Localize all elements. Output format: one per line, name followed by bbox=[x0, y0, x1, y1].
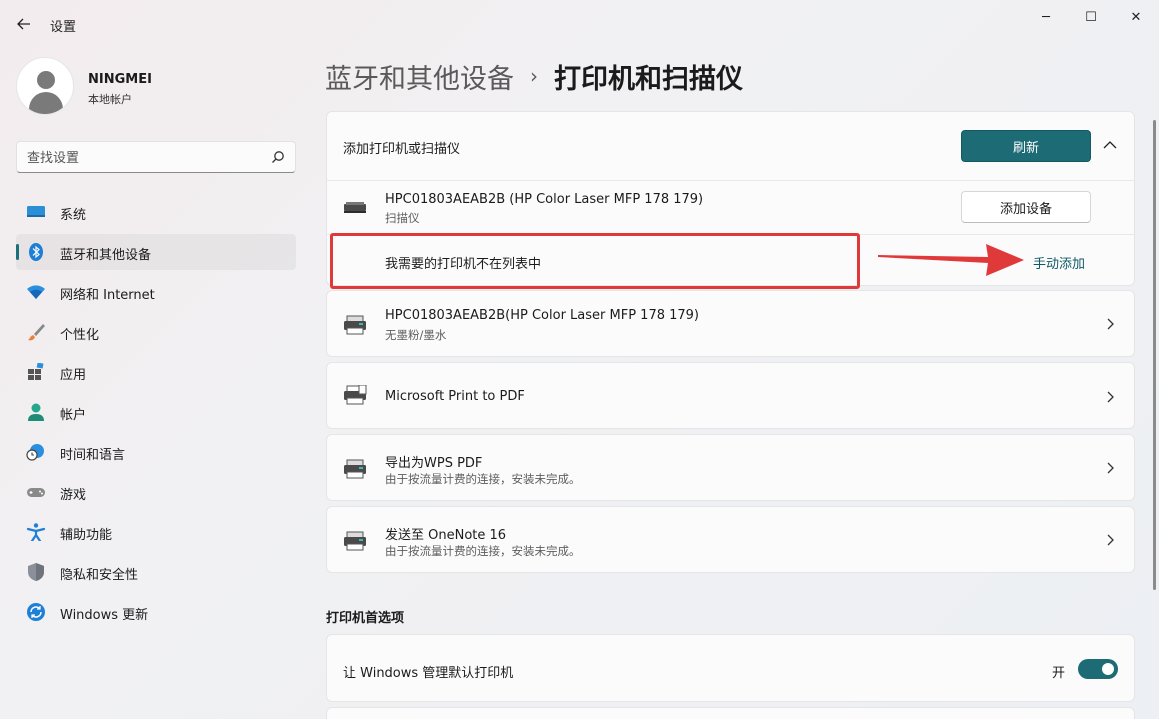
printer-preferences-heading: 打印机首选项 bbox=[326, 611, 405, 626]
default-printer-label: 让 Windows 管理默认打印机 bbox=[343, 666, 514, 681]
printer-name: 导出为WPS PDF bbox=[385, 456, 483, 471]
page-title: 打印机和扫描仪 bbox=[554, 63, 743, 95]
printer-name: 发送至 OneNote 16 bbox=[385, 528, 507, 543]
sidebar-item-label: 辅助功能 bbox=[60, 528, 113, 543]
printer-name: Microsoft Print to PDF bbox=[385, 389, 525, 404]
highlight-annotation-box bbox=[330, 233, 860, 289]
toggle-state-label: 开 bbox=[1052, 666, 1066, 681]
printer-icon bbox=[344, 459, 366, 479]
sidebar-item-bluetooth-devices[interactable]: 蓝牙和其他设备 bbox=[16, 234, 296, 270]
printer-status: 无墨粉/墨水 bbox=[385, 328, 447, 342]
sidebar-item-label: 隐私和安全性 bbox=[60, 568, 139, 583]
sidebar-item-label: 系统 bbox=[60, 208, 87, 223]
avatar[interactable] bbox=[16, 57, 74, 115]
search-box[interactable] bbox=[16, 141, 296, 173]
manual-add-link[interactable]: 手动添加 bbox=[1033, 253, 1085, 272]
back-button[interactable] bbox=[12, 12, 36, 36]
update-icon bbox=[27, 603, 45, 621]
chevron-right-icon bbox=[1107, 318, 1114, 330]
chevron-right-icon bbox=[1107, 391, 1114, 403]
found-device-type: 扫描仪 bbox=[385, 211, 420, 225]
sidebar-item-system[interactable]: 系统 bbox=[16, 194, 296, 230]
apps-icon bbox=[28, 363, 44, 380]
account-icon bbox=[28, 403, 44, 421]
chevron-up-icon[interactable] bbox=[1103, 140, 1117, 150]
user-account-type: 本地帐户 bbox=[88, 93, 132, 106]
globe-clock-icon bbox=[26, 444, 44, 461]
sidebar-item-label: 游戏 bbox=[60, 488, 87, 503]
chevron-right-icon bbox=[1107, 462, 1114, 474]
title-bar: 设置 ─ ☐ ✕ bbox=[0, 0, 1159, 48]
avatar-body bbox=[29, 92, 63, 114]
refresh-button[interactable]: 刷新 bbox=[961, 130, 1091, 162]
sidebar-item-time-language[interactable]: 时间和语言 bbox=[16, 434, 296, 470]
close-button[interactable]: ✕ bbox=[1116, 6, 1156, 28]
bluetooth-icon bbox=[29, 243, 43, 261]
printer-item[interactable]: 导出为WPS PDF 由于按流量计费的连接，安装未完成。 bbox=[326, 434, 1135, 501]
add-printer-title: 添加打印机或扫描仪 bbox=[343, 142, 461, 157]
found-device-name: HPC01803AEAB2B (HP Color Laser MFP 178 1… bbox=[385, 192, 704, 207]
sidebar-item-accounts[interactable]: 帐户 bbox=[16, 394, 296, 430]
printer-item[interactable]: 发送至 OneNote 16 由于按流量计费的连接，安装未完成。 bbox=[326, 506, 1135, 573]
red-arrow-icon bbox=[878, 244, 1024, 276]
wifi-icon bbox=[27, 285, 45, 299]
sidebar-item-label: 个性化 bbox=[60, 328, 100, 343]
accessibility-icon bbox=[26, 523, 46, 541]
avatar-head bbox=[37, 71, 55, 89]
app-title: 设置 bbox=[50, 20, 77, 35]
scanner-icon bbox=[344, 202, 366, 213]
maximize-button[interactable]: ☐ bbox=[1071, 6, 1111, 28]
default-printer-setting: 让 Windows 管理默认打印机 开 bbox=[326, 634, 1135, 702]
printer-icon bbox=[344, 531, 366, 551]
chevron-right-icon bbox=[1107, 534, 1114, 546]
breadcrumb-separator: › bbox=[530, 64, 538, 88]
sidebar-item-personalization[interactable]: 个性化 bbox=[16, 314, 296, 350]
add-device-button[interactable]: 添加设备 bbox=[961, 191, 1091, 223]
next-setting-card bbox=[326, 707, 1135, 719]
sidebar-item-label: 蓝牙和其他设备 bbox=[60, 248, 152, 263]
printer-icon bbox=[344, 385, 367, 405]
printer-icon bbox=[344, 315, 366, 335]
default-printer-toggle[interactable] bbox=[1078, 659, 1118, 679]
search-input[interactable] bbox=[27, 148, 267, 168]
brush-icon bbox=[28, 324, 45, 341]
printer-item[interactable]: HPC01803AEAB2B(HP Color Laser MFP 178 17… bbox=[326, 290, 1135, 357]
printer-status: 由于按流量计费的连接，安装未完成。 bbox=[385, 472, 581, 486]
breadcrumb: 蓝牙和其他设备 › 打印机和扫描仪 bbox=[325, 56, 743, 96]
back-arrow-icon bbox=[17, 18, 30, 30]
sidebar-item-accessibility[interactable]: 辅助功能 bbox=[16, 514, 296, 550]
gamepad-icon bbox=[27, 488, 45, 497]
shield-icon bbox=[28, 563, 44, 581]
sidebar-item-label: 网络和 Internet bbox=[60, 288, 155, 303]
printer-item[interactable]: Microsoft Print to PDF bbox=[326, 362, 1135, 429]
sidebar-item-apps[interactable]: 应用 bbox=[16, 354, 296, 390]
search-icon[interactable] bbox=[271, 150, 285, 164]
sidebar-nav: 系统 蓝牙和其他设备 网络和 Internet 个性化 应用 帐户 时间和语言 … bbox=[16, 194, 296, 634]
printer-name: HPC01803AEAB2B(HP Color Laser MFP 178 17… bbox=[385, 308, 699, 323]
printer-status: 由于按流量计费的连接，安装未完成。 bbox=[385, 544, 581, 558]
minimize-button[interactable]: ─ bbox=[1026, 6, 1066, 28]
sidebar-item-gaming[interactable]: 游戏 bbox=[16, 474, 296, 510]
sidebar-item-label: 时间和语言 bbox=[60, 448, 126, 463]
breadcrumb-parent[interactable]: 蓝牙和其他设备 bbox=[325, 57, 514, 96]
sidebar-item-label: 应用 bbox=[60, 368, 87, 383]
system-icon bbox=[27, 206, 45, 217]
sidebar-item-privacy[interactable]: 隐私和安全性 bbox=[16, 554, 296, 590]
sidebar-item-label: 帐户 bbox=[60, 408, 87, 423]
user-name: NINGMEI bbox=[88, 72, 152, 87]
sidebar-item-network[interactable]: 网络和 Internet bbox=[16, 274, 296, 310]
sidebar-item-windows-update[interactable]: Windows 更新 bbox=[16, 594, 296, 630]
divider bbox=[327, 180, 1134, 181]
sidebar-item-label: Windows 更新 bbox=[60, 608, 149, 623]
scrollbar-thumb[interactable] bbox=[1153, 120, 1156, 590]
